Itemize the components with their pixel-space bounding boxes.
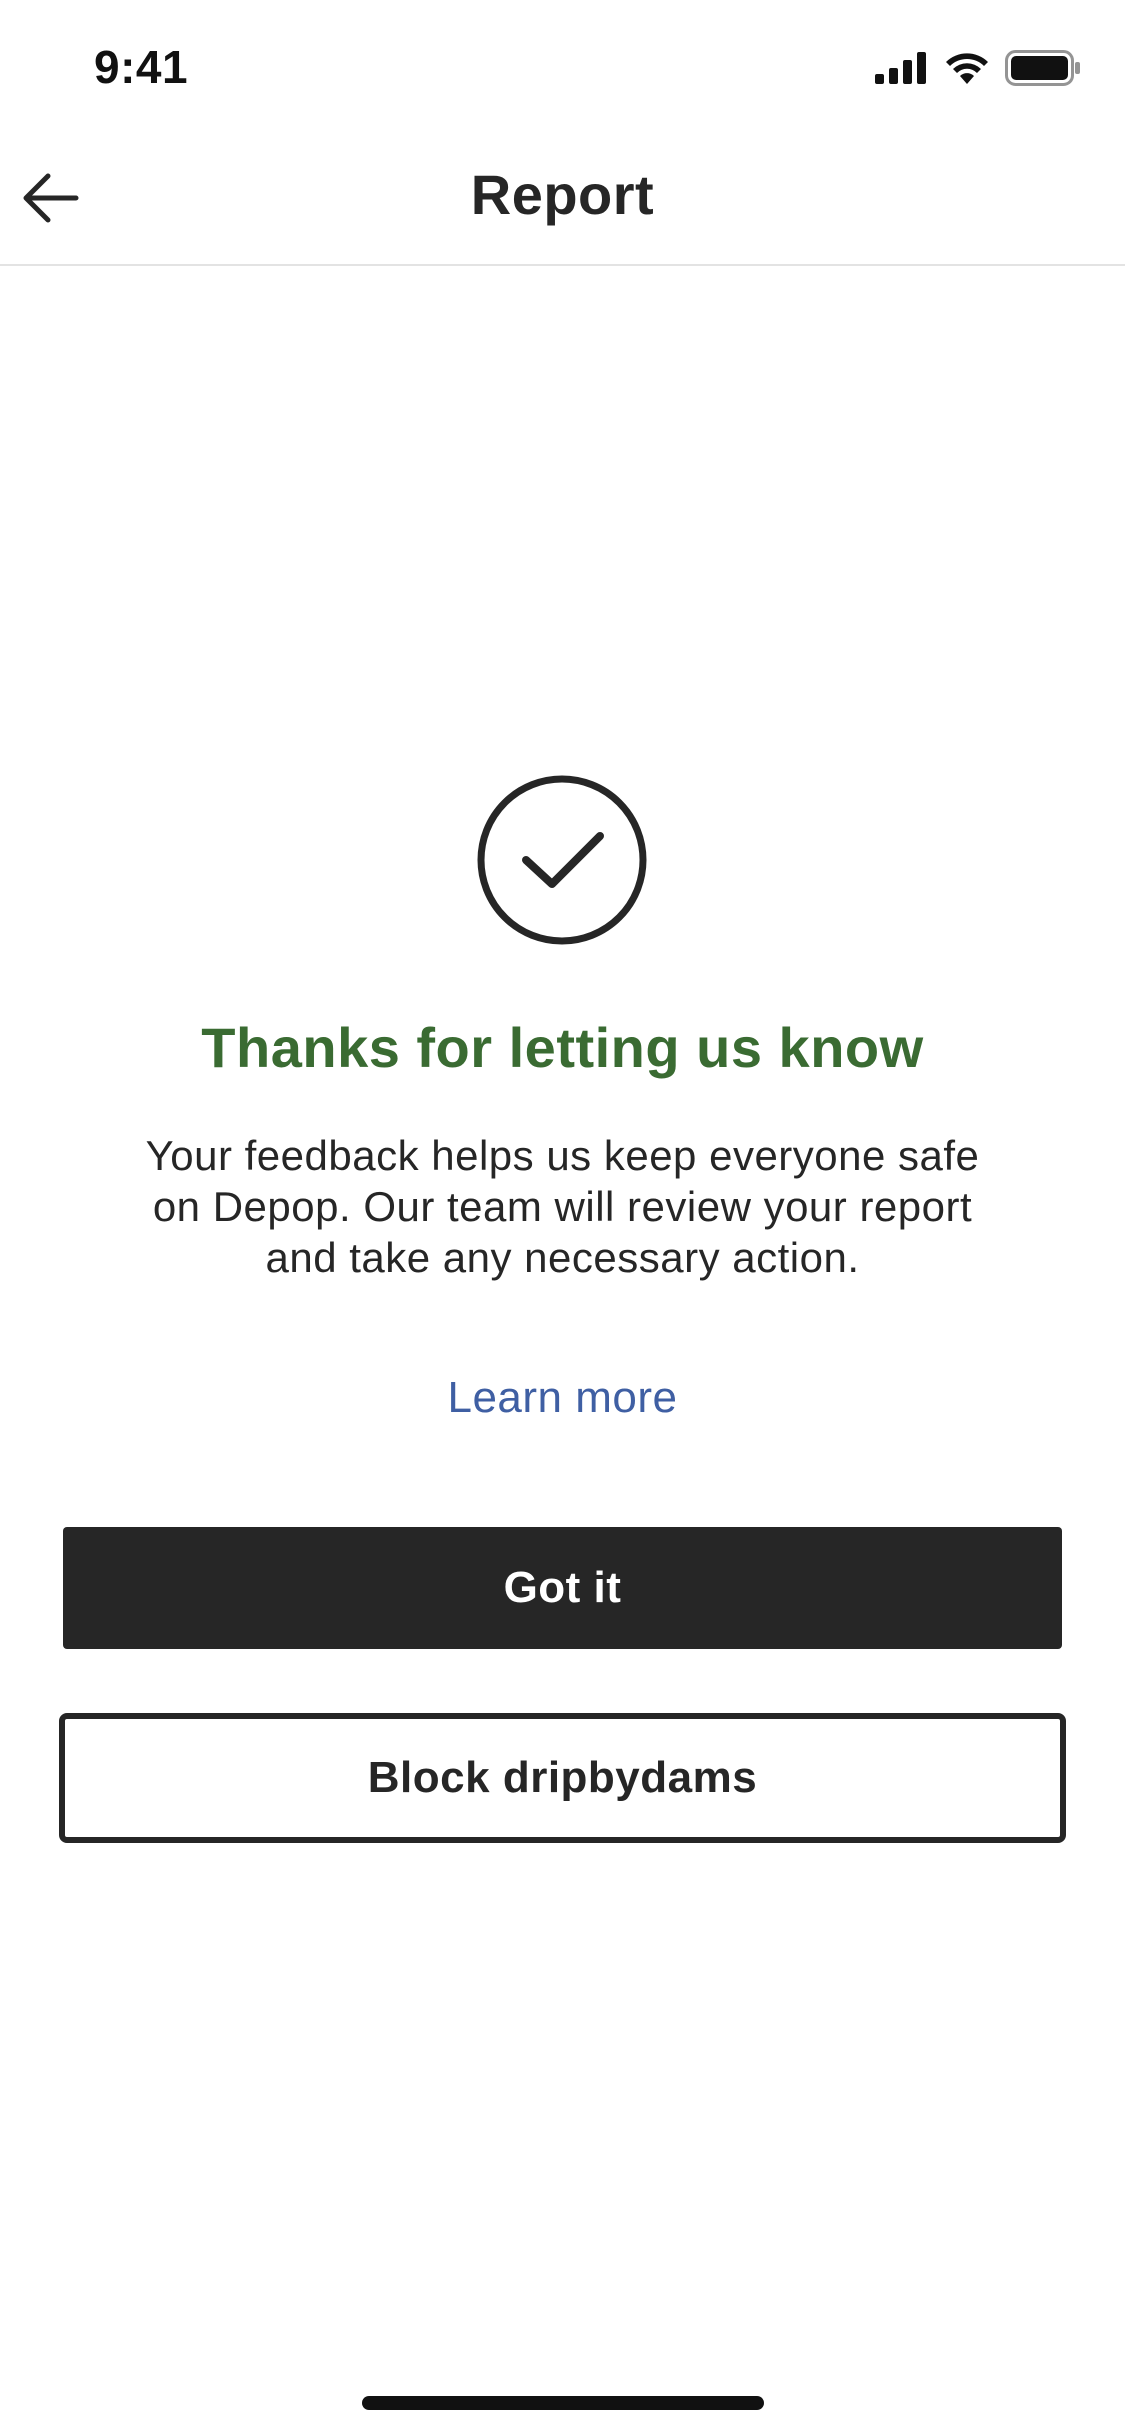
confirmation-body: Your feedback helps us keep everyone saf…: [60, 1130, 1065, 1283]
nav-bar: Report: [0, 132, 1125, 266]
check-circle-icon: [477, 775, 647, 945]
status-time: 9:41: [94, 41, 189, 93]
block-user-button[interactable]: Block dripbydams: [59, 1713, 1066, 1843]
body-line: on Depop. Our team will review your repo…: [152, 1183, 973, 1230]
battery-icon: [1005, 50, 1080, 86]
body-line: Your feedback helps us keep everyone saf…: [145, 1132, 980, 1179]
wifi-icon: [946, 53, 988, 84]
page-title: Report: [470, 163, 655, 226]
home-indicator: [362, 2396, 764, 2410]
signal-icon: [875, 52, 926, 84]
got-it-button[interactable]: Got it: [63, 1527, 1062, 1649]
learn-more-link[interactable]: Learn more: [0, 1373, 1125, 1423]
confirmation-heading: Thanks for letting us know: [201, 1016, 924, 1079]
body-line: and take any necessary action.: [265, 1234, 860, 1281]
status-bar: 9:41: [0, 0, 1125, 132]
status-icons: [875, 48, 1081, 88]
